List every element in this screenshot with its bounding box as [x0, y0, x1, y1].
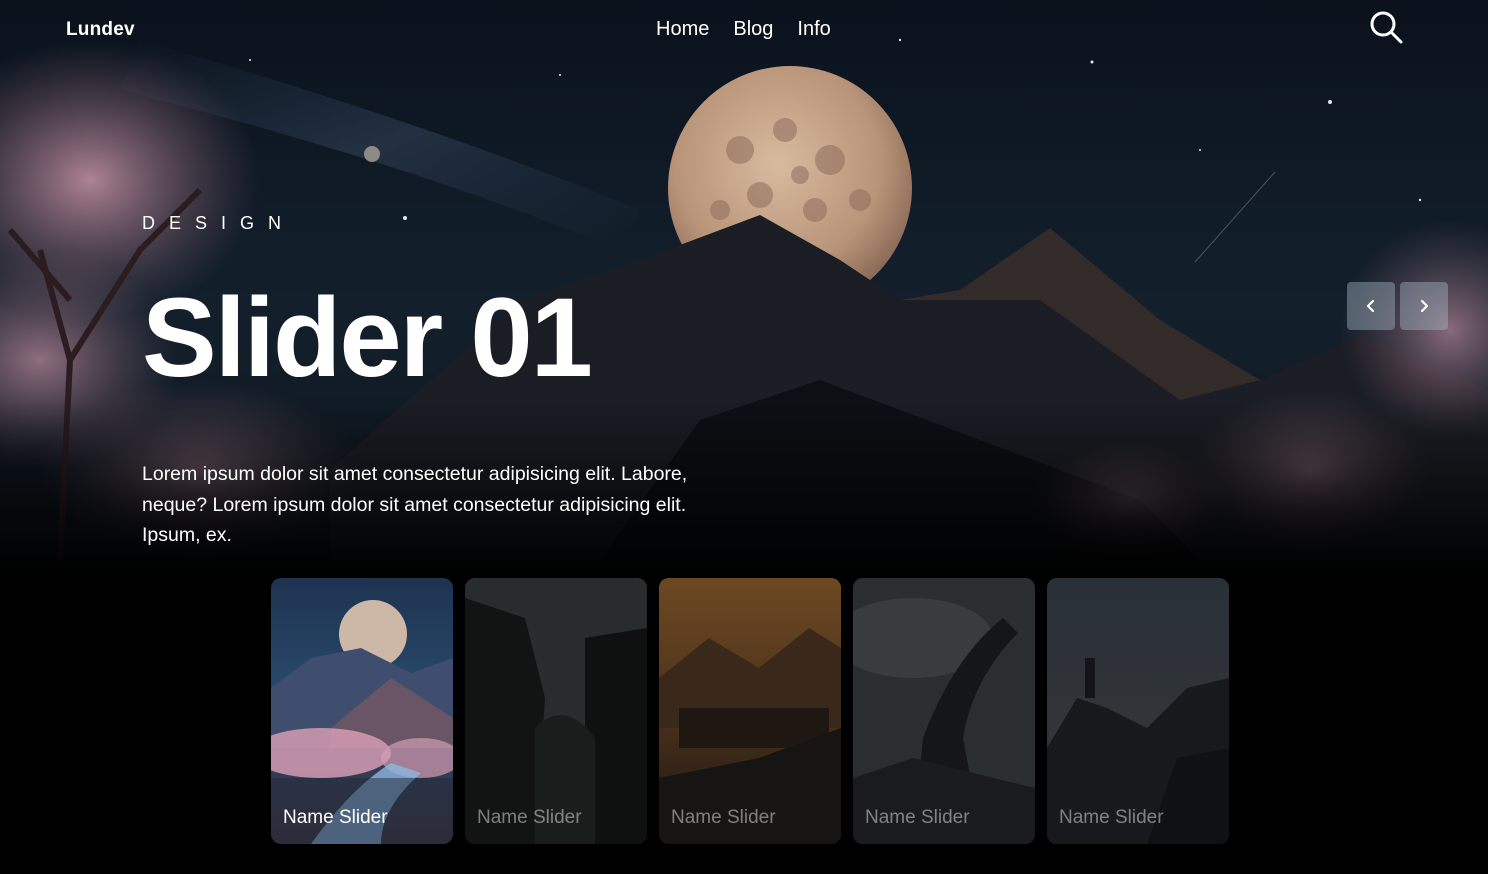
nav-info[interactable]: Info	[797, 18, 830, 41]
hero-eyebrow: DESIGN	[142, 213, 296, 233]
thumbnail-label: Name Slider	[671, 807, 776, 828]
chevron-left-icon	[1366, 299, 1375, 313]
thumbnail-card[interactable]: Name Slider	[271, 578, 453, 844]
nav-blog[interactable]: Blog	[733, 18, 773, 41]
hero-description: Lorem ipsum dolor sit amet consectetur a…	[142, 463, 688, 546]
chevron-right-icon	[1420, 299, 1429, 313]
thumbnail-card[interactable]: Name Slider	[465, 578, 647, 844]
thumbnail-card[interactable]: Name Slider	[1047, 578, 1229, 844]
thumbnail-label: Name Slider	[865, 807, 970, 828]
search-button[interactable]	[1368, 9, 1404, 45]
thumbnail-image	[271, 578, 453, 844]
prev-button[interactable]	[1347, 282, 1395, 330]
thumbnail-list: Name Slider Name Slider Name Slider Name…	[271, 578, 1229, 844]
thumbnail-label: Name Slider	[477, 807, 582, 828]
thumbnail-card[interactable]: Name Slider	[659, 578, 841, 844]
nav-home[interactable]: Home	[656, 18, 709, 41]
site-header: Lundev Home Blog Info	[0, 0, 1488, 62]
thumbnail-card[interactable]: Name Slider	[853, 578, 1035, 844]
search-icon	[1370, 11, 1403, 44]
hero-title: Slider 01	[142, 275, 593, 400]
slider-arrows	[1347, 282, 1448, 330]
next-button[interactable]	[1400, 282, 1448, 330]
main-nav: Home Blog Info	[656, 18, 831, 41]
thumbnail-label: Name Slider	[283, 807, 388, 828]
thumbnail-label: Name Slider	[1059, 807, 1164, 828]
site-logo[interactable]: Lundev	[66, 19, 135, 41]
